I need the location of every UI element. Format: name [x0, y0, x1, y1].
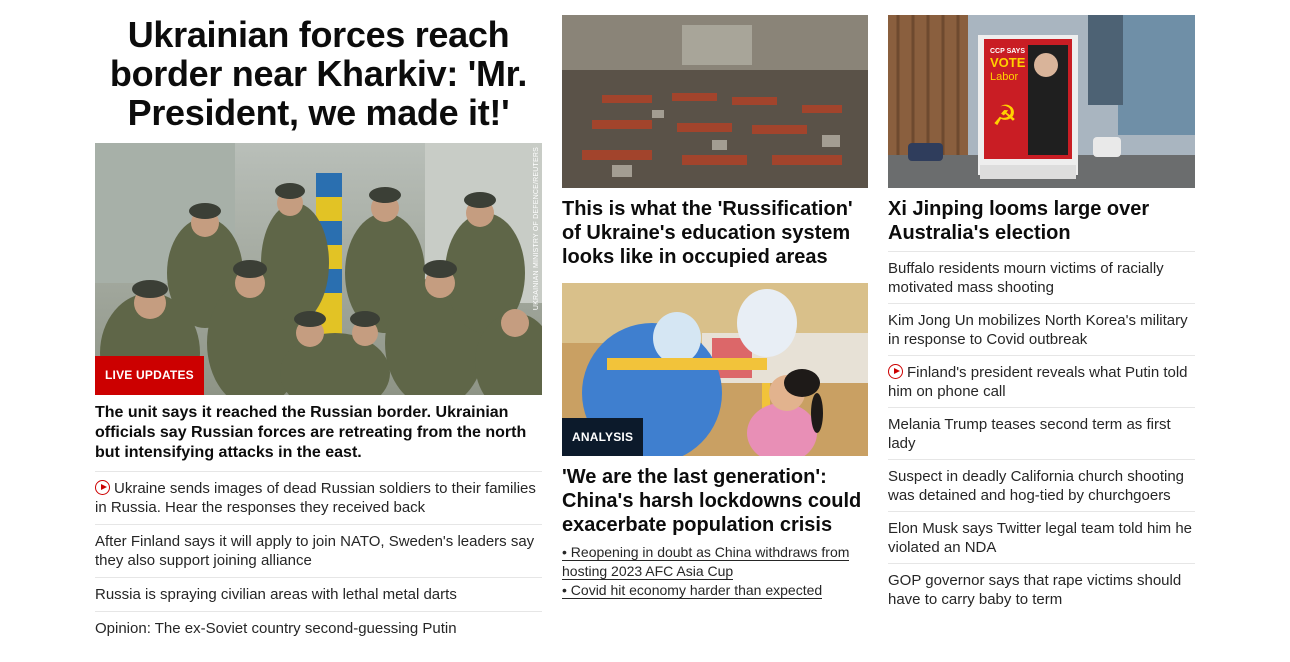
hammer-sickle-icon: ☭ — [992, 99, 1017, 132]
list-item-label: Buffalo residents mourn victims of racia… — [888, 260, 1164, 296]
list-item-label: Suspect in deadly California church shoo… — [888, 468, 1185, 504]
list-item-label: Kim Jong Un mobilizes North Korea's mili… — [888, 312, 1188, 348]
main-story-image[interactable]: UKRAINIAN MINISTRY OF DEFENCE/REUTERS LI… — [95, 143, 542, 395]
list-item-label: Finland's president reveals what Putin t… — [888, 364, 1188, 400]
main-related-list: Ukraine sends images of dead Russian sol… — [95, 472, 542, 645]
list-item[interactable]: Elon Musk says Twitter legal team told h… — [888, 512, 1195, 564]
related-link-label: • Covid hit economy harder than expected — [562, 582, 823, 599]
related-link[interactable]: • Covid hit economy harder than expected — [562, 581, 868, 600]
list-item[interactable]: Ukraine sends images of dead Russian sol… — [95, 472, 542, 525]
list-item-label: GOP governor says that rape victims shou… — [888, 572, 1182, 608]
related-links: • Reopening in doubt as China withdraws … — [562, 543, 868, 600]
list-item-label: Opinion: The ex-Soviet country second-gu… — [95, 620, 457, 637]
list-item[interactable]: After Finland says it will apply to join… — [95, 525, 542, 578]
lockdown-image[interactable]: ANALYSIS — [562, 283, 868, 456]
story-headline-xi-jinping[interactable]: Xi Jinping looms large over Australia's … — [888, 197, 1195, 245]
xi-jinping-image[interactable]: CCP SAYS VOTE Labor ☭ — [888, 15, 1195, 188]
related-link-label: • Reopening in doubt as China withdraws … — [562, 544, 850, 580]
classroom-image[interactable] — [562, 15, 868, 188]
poster-truck-photo: CCP SAYS VOTE Labor ☭ — [888, 15, 1195, 188]
poster-labor: Labor — [990, 71, 1018, 83]
poster-ccp-says: CCP SAYS — [990, 48, 1025, 55]
list-item-label: Elon Musk says Twitter legal team told h… — [888, 520, 1193, 556]
photo-credit: UKRAINIAN MINISTRY OF DEFENCE/REUTERS — [533, 147, 540, 311]
video-play-icon — [888, 364, 903, 379]
live-updates-badge[interactable]: LIVE UPDATES — [95, 356, 204, 395]
poster-vote: VOTE — [990, 55, 1026, 70]
analysis-badge[interactable]: ANALYSIS — [562, 418, 644, 456]
right-headline-list: Buffalo residents mourn victims of racia… — [888, 251, 1195, 615]
main-headline[interactable]: Ukrainian forces reach border near Khark… — [95, 15, 542, 132]
main-lede[interactable]: The unit says it reached the Russian bor… — [95, 403, 542, 472]
destroyed-classroom-photo — [562, 15, 868, 188]
middle-column: This is what the 'Russification' of Ukra… — [562, 15, 868, 600]
list-item-label: Russia is spraying civilian areas with l… — [95, 586, 457, 603]
list-item[interactable]: Opinion: The ex-Soviet country second-gu… — [95, 612, 542, 645]
right-column: CCP SAYS VOTE Labor ☭ Xi Jinping looms l… — [888, 15, 1195, 615]
list-item[interactable]: Melania Trump teases second term as firs… — [888, 408, 1195, 460]
list-item-label: Melania Trump teases second term as firs… — [888, 416, 1171, 452]
list-item[interactable]: GOP governor says that rape victims shou… — [888, 564, 1195, 615]
list-item[interactable]: Suspect in deadly California church shoo… — [888, 460, 1195, 512]
list-item[interactable]: Kim Jong Un mobilizes North Korea's mili… — [888, 304, 1195, 356]
video-play-icon — [95, 480, 110, 495]
story-headline-lockdowns[interactable]: 'We are the last generation': China's ha… — [562, 465, 868, 537]
main-story-column: Ukrainian forces reach border near Khark… — [95, 15, 542, 645]
list-item-label: After Finland says it will apply to join… — [95, 533, 535, 569]
list-item[interactable]: Buffalo residents mourn victims of racia… — [888, 252, 1195, 304]
list-item[interactable]: Finland's president reveals what Putin t… — [888, 356, 1195, 408]
related-link[interactable]: • Reopening in doubt as China withdraws … — [562, 543, 868, 581]
list-item[interactable]: Russia is spraying civilian areas with l… — [95, 578, 542, 612]
story-headline-russification[interactable]: This is what the 'Russification' of Ukra… — [562, 197, 868, 269]
list-item-label: Ukraine sends images of dead Russian sol… — [95, 480, 536, 516]
